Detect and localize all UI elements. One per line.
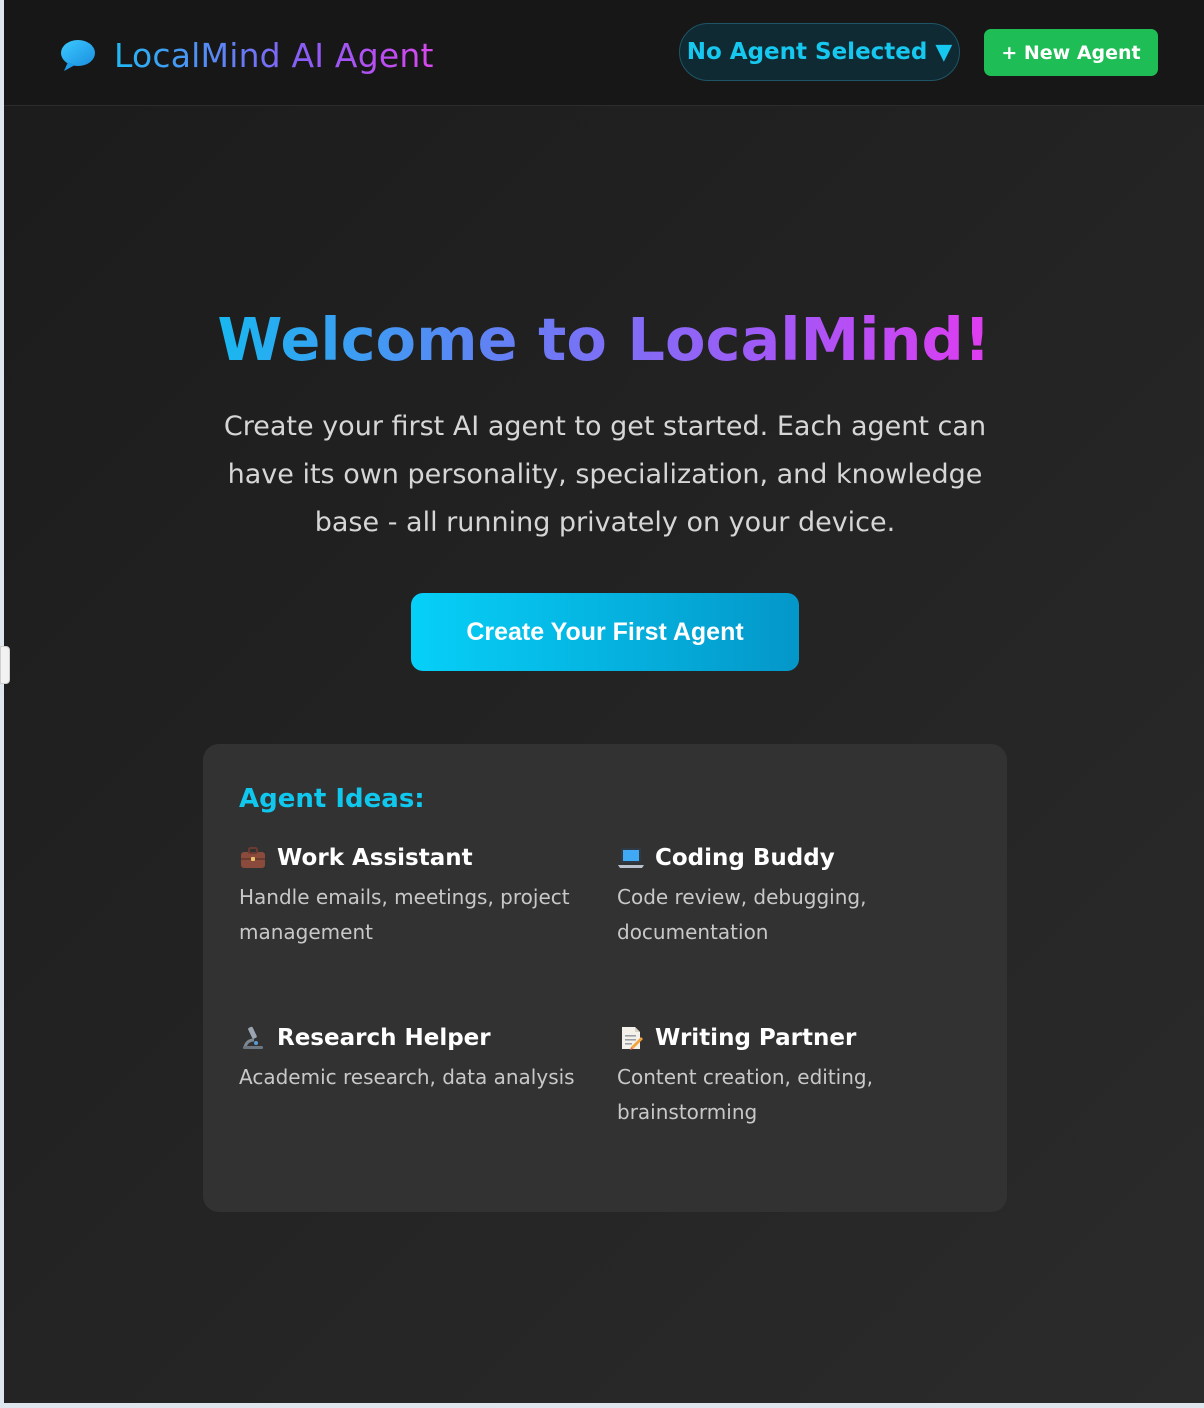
idea-name: Work Assistant — [277, 845, 473, 871]
idea-name: Research Helper — [277, 1025, 491, 1051]
idea-card-work-assistant[interactable]: Work Assistant Handle emails, meetings, … — [239, 842, 579, 950]
agent-ideas-title: Agent Ideas: — [239, 784, 425, 814]
idea-name: Coding Buddy — [655, 845, 835, 871]
welcome-title: Welcome to LocalMind! — [4, 300, 1204, 380]
idea-card-coding-buddy[interactable]: Coding Buddy Code review, debugging, doc… — [617, 842, 957, 950]
idea-description: Handle emails, meetings, project managem… — [239, 885, 570, 944]
idea-card-research-helper[interactable]: Research Helper Academic research, data … — [239, 1022, 579, 1095]
app-logo[interactable]: LocalMind AI Agent — [58, 33, 434, 77]
agent-selector-dropdown[interactable]: No Agent Selected ▼ — [679, 23, 960, 81]
create-first-agent-button[interactable]: Create Your First Agent — [411, 593, 799, 671]
app-window: LocalMind AI Agent No Agent Selected ▼ +… — [4, 0, 1204, 1403]
app-title: LocalMind AI Agent — [114, 35, 434, 75]
memo-icon — [622, 1027, 643, 1050]
microscope-icon — [243, 1026, 263, 1049]
speech-bubble-icon — [61, 40, 95, 71]
welcome-description: Create your first AI agent to get starte… — [223, 411, 987, 538]
agent-ideas-panel: Agent Ideas: Work Assistant Handle email… — [203, 744, 1007, 1212]
new-agent-button[interactable]: + New Agent — [984, 29, 1158, 76]
idea-card-writing-partner[interactable]: Writing Partner Content creation, editin… — [617, 1022, 957, 1130]
idea-description: Academic research, data analysis — [239, 1065, 575, 1089]
chevron-down-icon: ▼ — [935, 39, 953, 65]
briefcase-icon — [241, 847, 265, 868]
idea-name: Writing Partner — [655, 1025, 857, 1051]
top-header: LocalMind AI Agent No Agent Selected ▼ +… — [4, 0, 1204, 106]
idea-description: Code review, debugging, documentation — [617, 885, 867, 944]
idea-description: Content creation, editing, brainstorming — [617, 1065, 873, 1124]
side-panel-handle[interactable] — [0, 646, 10, 684]
agent-selector-label: No Agent Selected — [686, 39, 928, 65]
laptop-icon — [618, 848, 644, 868]
welcome-title-text: Welcome to LocalMind! — [217, 305, 991, 374]
